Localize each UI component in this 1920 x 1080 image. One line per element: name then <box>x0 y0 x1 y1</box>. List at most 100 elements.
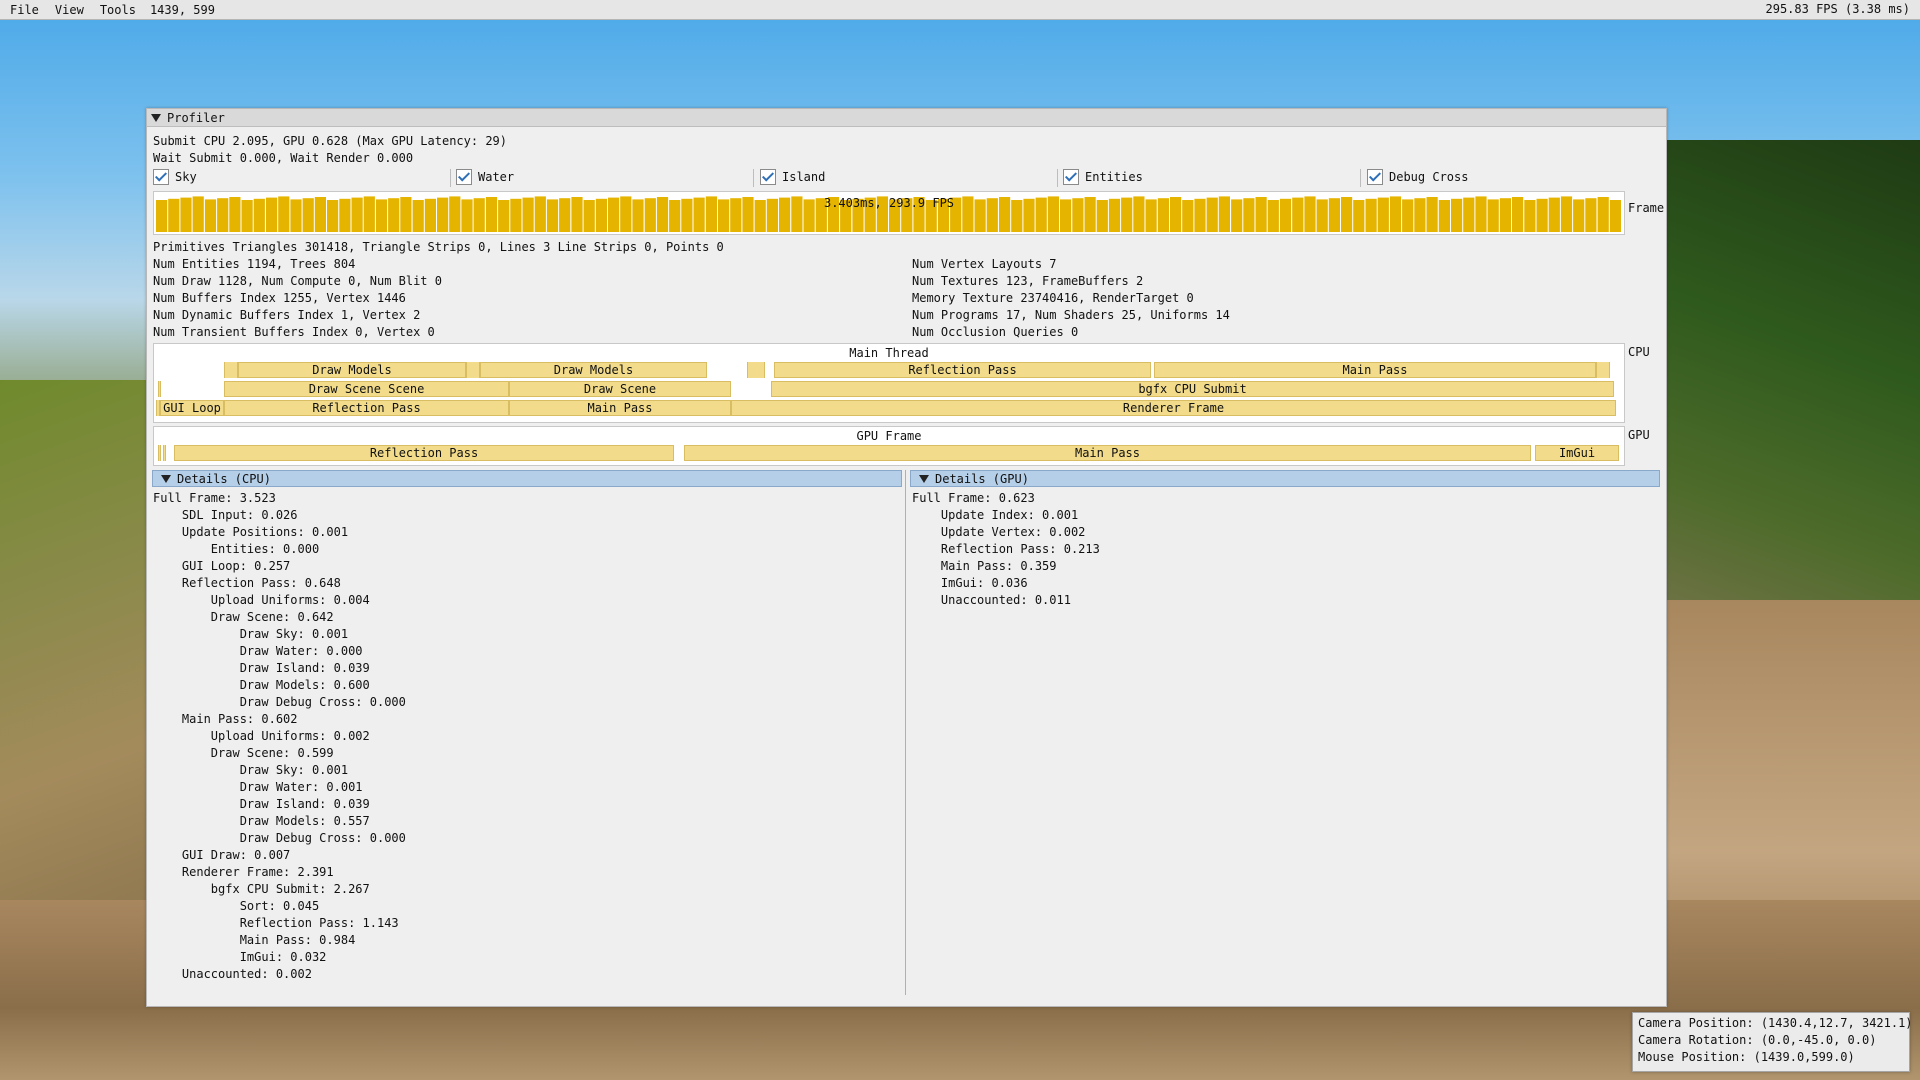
timeline-slice[interactable] <box>163 445 166 461</box>
gpu-timeline-title: GPU Frame <box>856 429 922 443</box>
details-row: GUI Draw: 0.007 <box>153 848 291 862</box>
timeline-slice[interactable] <box>1596 362 1610 378</box>
divider <box>1057 169 1058 187</box>
details-row: Draw Scene: 0.599 <box>153 746 334 760</box>
timeline-slice[interactable] <box>747 362 765 378</box>
details-row: Draw Island: 0.039 <box>153 661 370 675</box>
details-row: bgfx CPU Submit: 2.267 <box>153 882 370 896</box>
details-row: Sort: 0.045 <box>153 899 320 913</box>
stat-left-1: Num Draw 1128, Num Compute 0, Num Blit 0 <box>153 274 442 288</box>
timeline-slice-draw-models[interactable]: Draw Models <box>480 362 707 378</box>
details-row: Main Pass: 0.359 <box>912 559 1057 573</box>
mouse-position: Mouse Position: (1439.0,599.0) <box>1638 1050 1855 1064</box>
gpu-slice-main-pass[interactable]: Main Pass <box>684 445 1531 461</box>
camera-rotation: Camera Rotation: (0.0,-45.0, 0.0) <box>1638 1033 1877 1047</box>
checkbox-checked-icon[interactable] <box>760 169 776 185</box>
checkbox-checked-icon[interactable] <box>456 169 472 185</box>
collapse-triangle-icon[interactable] <box>151 113 161 122</box>
details-gpu-title: Details (GPU) <box>935 471 1029 486</box>
menu-bar: File View Tools 1439, 599 295.83 FPS (3.… <box>0 0 1920 20</box>
menu-file[interactable]: File <box>0 3 47 17</box>
mouse-coords-readout: 1439, 599 <box>149 2 215 17</box>
divider <box>450 169 451 187</box>
frame-time-label: 3.403ms, 293.9 FPS <box>823 196 955 210</box>
divider <box>1360 169 1361 187</box>
stat-right-0: Num Vertex Layouts 7 <box>912 257 1057 271</box>
toggle-island[interactable]: Island <box>760 169 825 185</box>
pass-toggle-row: Sky Water Island Entities Debug Cross <box>153 169 1655 187</box>
details-row: Reflection Pass: 1.143 <box>153 916 399 930</box>
collapse-triangle-icon[interactable] <box>919 474 929 483</box>
details-row: Update Positions: 0.001 <box>153 525 349 539</box>
details-row: Draw Scene: 0.642 <box>153 610 334 624</box>
toggle-label: Island <box>782 170 826 184</box>
checkbox-checked-icon[interactable] <box>1367 169 1383 185</box>
details-row: Unaccounted: 0.002 <box>153 967 312 981</box>
timeline-slice-main-pass[interactable]: Main Pass <box>509 400 731 416</box>
timeline-slice-gui-loop[interactable]: GUI Loop <box>160 400 224 416</box>
frame-side-label: Frame <box>1628 201 1665 215</box>
toggle-water[interactable]: Water <box>456 169 514 185</box>
stat-left-3: Num Dynamic Buffers Index 1, Vertex 2 <box>153 308 421 322</box>
timeline-slice[interactable] <box>158 445 161 461</box>
details-row: Draw Island: 0.039 <box>153 797 370 811</box>
camera-position: Camera Position: (1430.4,12.7, 3421.1) <box>1638 1016 1913 1030</box>
timeline-slice[interactable] <box>466 362 480 378</box>
checkbox-checked-icon[interactable] <box>153 169 169 185</box>
submit-stats: Submit CPU 2.095, GPU 0.628 (Max GPU Lat… <box>153 134 508 148</box>
details-row: Main Pass: 0.984 <box>153 933 356 947</box>
timeline-slice[interactable] <box>224 362 238 378</box>
camera-info-panel: Camera Position: (1430.4,12.7, 3421.1) C… <box>1632 1012 1913 1072</box>
toggle-label: Sky <box>175 170 197 184</box>
timeline-slice[interactable] <box>158 381 161 397</box>
background-forest-right <box>1660 140 1920 660</box>
cpu-timeline[interactable]: Main Thread Draw Models Draw Models Refl… <box>153 343 1625 423</box>
details-row: Reflection Pass: 0.213 <box>912 542 1100 556</box>
fps-readout: 295.83 FPS (3.38 ms) <box>1765 2 1911 16</box>
gpu-timeline[interactable]: GPU Frame Reflection Pass Main Pass ImGu… <box>153 426 1625 466</box>
menu-tools[interactable]: Tools <box>92 3 144 17</box>
cpu-timeline-title: Main Thread <box>849 346 929 360</box>
frame-time-graph[interactable]: 3.403ms, 293.9 FPS <box>153 191 1625 235</box>
details-cpu-header[interactable]: Details (CPU) <box>152 470 902 487</box>
details-row: Upload Uniforms: 0.002 <box>153 729 370 743</box>
timeline-slice-reflection-pass[interactable]: Reflection Pass <box>224 400 509 416</box>
checkbox-checked-icon[interactable] <box>1063 169 1079 185</box>
details-cpu-title: Details (CPU) <box>177 471 271 486</box>
details-row: Draw Sky: 0.001 <box>153 627 349 641</box>
gpu-slice-imgui[interactable]: ImGui <box>1535 445 1619 461</box>
details-row: GUI Loop: 0.257 <box>153 559 291 573</box>
details-row: Draw Water: 0.000 <box>153 644 363 658</box>
stat-right-3: Num Programs 17, Num Shaders 25, Uniform… <box>912 308 1230 322</box>
timeline-slice-main-pass[interactable]: Main Pass <box>1154 362 1596 378</box>
details-row: ImGui: 0.036 <box>912 576 1028 590</box>
stat-left-4: Num Transient Buffers Index 0, Vertex 0 <box>153 325 435 339</box>
details-row: Draw Debug Cross: 0.000 <box>153 831 406 845</box>
collapse-triangle-icon[interactable] <box>161 474 171 483</box>
stat-right-4: Num Occlusion Queries 0 <box>912 325 1079 339</box>
toggle-debug-cross[interactable]: Debug Cross <box>1367 169 1468 185</box>
details-gpu-header[interactable]: Details (GPU) <box>910 470 1660 487</box>
profiler-titlebar[interactable]: Profiler <box>147 109 1666 127</box>
stat-right-1: Num Textures 123, FrameBuffers 2 <box>912 274 1144 288</box>
details-row: Unaccounted: 0.011 <box>912 593 1071 607</box>
menu-view[interactable]: View <box>47 3 92 17</box>
timeline-slice-draw-scene[interactable]: Draw Scene <box>509 381 731 397</box>
details-row: SDL Input: 0.026 <box>153 508 298 522</box>
details-row: Update Vertex: 0.002 <box>912 525 1086 539</box>
toggle-sky[interactable]: Sky <box>153 169 197 185</box>
details-row: Main Pass: 0.602 <box>153 712 298 726</box>
timeline-slice-renderer-frame[interactable]: Renderer Frame <box>731 400 1616 416</box>
details-row: Reflection Pass: 0.648 <box>153 576 341 590</box>
column-divider[interactable] <box>905 470 906 995</box>
timeline-slice-draw-models[interactable]: Draw Models <box>238 362 466 378</box>
details-row: Draw Debug Cross: 0.000 <box>153 695 406 709</box>
toggle-entities[interactable]: Entities <box>1063 169 1143 185</box>
timeline-slice-bgfx-cpu-submit[interactable]: bgfx CPU Submit <box>771 381 1614 397</box>
timeline-slice-reflection-pass[interactable]: Reflection Pass <box>774 362 1151 378</box>
gpu-side-label: GPU <box>1628 428 1650 442</box>
timeline-slice-draw-scene[interactable]: Draw Scene Scene <box>224 381 509 397</box>
stat-left-2: Num Buffers Index 1255, Vertex 1446 <box>153 291 406 305</box>
details-row: Draw Models: 0.557 <box>153 814 370 828</box>
gpu-slice-reflection-pass[interactable]: Reflection Pass <box>174 445 674 461</box>
